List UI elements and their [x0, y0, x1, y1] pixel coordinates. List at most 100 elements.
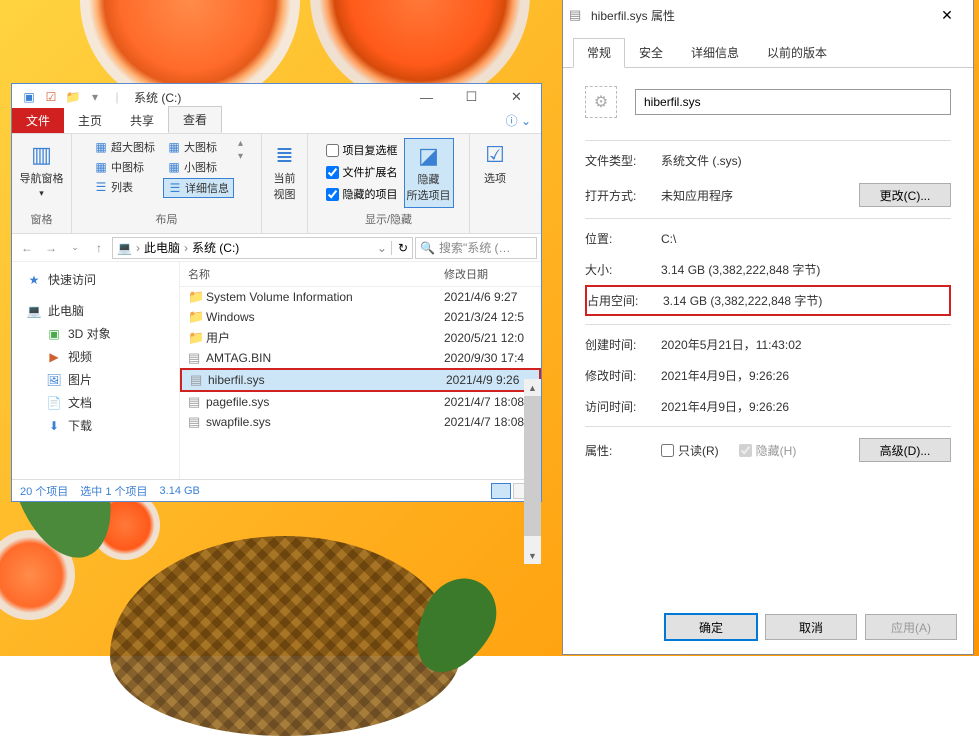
quick-access-icon[interactable]: ☑ [42, 88, 60, 106]
breadcrumb-pc[interactable]: 此电脑 [144, 239, 180, 256]
sidebar-item-quickaccess[interactable]: ★快速访问 [12, 268, 179, 291]
layout-list[interactable]: ☰列表 [90, 178, 159, 196]
file-row[interactable]: 📁用户2020/5/21 12:0 [180, 327, 541, 348]
tab-previous-versions[interactable]: 以前的版本 [753, 38, 841, 67]
current-view-button[interactable]: ≣当前 视图 [260, 138, 310, 206]
tab-general[interactable]: 常规 [573, 38, 625, 68]
nav-up-icon[interactable]: ↑ [88, 237, 110, 259]
close-button[interactable]: ✕ [494, 84, 539, 110]
tab-file[interactable]: 文件 [12, 108, 64, 133]
sidebar-item-video[interactable]: ▶视频 [12, 345, 179, 368]
hide-selected-button[interactable]: ◪隐藏 所选项目 [404, 138, 454, 208]
value-accessed: 2021年4月9日，9:26:26 [661, 398, 951, 415]
file-row[interactable]: ▤swapfile.sys2021/4/7 18:08 [180, 412, 541, 432]
status-bar: 20 个项目 选中 1 个项目 3.14 GB [12, 479, 541, 501]
nav-sidebar: ★快速访问 💻此电脑 ▣3D 对象 ▶视频 🖼图片 📄文档 ⬇下载 [12, 262, 180, 479]
explorer-titlebar[interactable]: ▣ ☑ 📁 ▾ | 系统 (C:) — ☐ ✕ [12, 84, 541, 110]
props-tabs: 常规 安全 详细信息 以前的版本 [563, 30, 973, 68]
col-name[interactable]: 名称 [188, 266, 444, 282]
layout-details[interactable]: ☰详细信息 [163, 178, 234, 198]
file-icon: ▤ [188, 414, 206, 430]
file-explorer-window: ▣ ☑ 📁 ▾ | 系统 (C:) — ☐ ✕ 文件 主页 共享 查看 ⓘ ⌄ … [11, 83, 542, 502]
file-name: AMTAG.BIN [206, 351, 444, 365]
col-date[interactable]: 修改日期 [444, 266, 488, 282]
file-icon: ▤ [190, 372, 208, 388]
file-row[interactable]: ▤hiberfil.sys2021/4/9 9:26 [180, 368, 541, 392]
file-icon: ▤ [188, 350, 206, 366]
value-location: C:\ [661, 232, 951, 246]
options-button[interactable]: ☑选项 [470, 138, 520, 190]
dialog-title: hiberfil.sys 属性 [591, 7, 675, 24]
file-row[interactable]: ▤pagefile.sys2021/4/7 18:08 [180, 392, 541, 412]
tab-share[interactable]: 共享 [116, 108, 168, 133]
file-row[interactable]: 📁System Volume Information2021/4/6 9:27 [180, 287, 541, 307]
label-accessed: 访问时间: [585, 398, 661, 415]
file-row[interactable]: ▤AMTAG.BIN2020/9/30 17:4 [180, 348, 541, 368]
sidebar-item-pictures[interactable]: 🖼图片 [12, 368, 179, 391]
window-title: 系统 (C:) [134, 89, 181, 106]
layout-lg[interactable]: ▦大图标 [163, 138, 234, 156]
tab-security[interactable]: 安全 [625, 38, 677, 67]
layout-sm[interactable]: ▦小图标 [163, 158, 234, 176]
advanced-button[interactable]: 高级(D)... [859, 438, 951, 462]
file-name: swapfile.sys [206, 415, 444, 429]
breadcrumb[interactable]: 💻 › 此电脑 › 系统 (C:) ⌄ ↻ [112, 237, 413, 259]
apply-button[interactable]: 应用(A) [865, 614, 957, 640]
label-location: 位置: [585, 230, 661, 247]
tab-details[interactable]: 详细信息 [677, 38, 753, 67]
file-scrollbar[interactable]: ▲ ▼ [524, 379, 541, 564]
file-name: System Volume Information [206, 290, 444, 304]
file-name: 用户 [206, 329, 444, 346]
close-button[interactable]: ✕ [927, 7, 967, 24]
minimize-button[interactable]: — [404, 84, 449, 110]
filename-input[interactable] [635, 89, 951, 115]
dropdown-icon[interactable]: ▾ [86, 88, 104, 106]
breadcrumb-location[interactable]: 系统 (C:) [192, 239, 239, 256]
group-label-layout: 布局 [156, 209, 178, 229]
label-openwith: 打开方式: [585, 187, 661, 204]
label-attributes: 属性: [585, 442, 661, 459]
props-titlebar[interactable]: ▤ hiberfil.sys 属性 ✕ [563, 0, 973, 30]
sidebar-item-thispc[interactable]: 💻此电脑 [12, 299, 179, 322]
nav-dropdown-icon[interactable]: ⌄ [64, 237, 86, 259]
view-details-icon[interactable] [491, 483, 511, 499]
file-icon: ▤ [569, 7, 587, 23]
props-body: ⚙ 文件类型:系统文件 (.sys) 打开方式:未知应用程序更改(C)... 位… [563, 68, 973, 600]
change-button[interactable]: 更改(C)... [859, 183, 951, 207]
label-filetype: 文件类型: [585, 152, 661, 169]
layout-xl[interactable]: ▦超大图标 [90, 138, 159, 156]
properties-dialog: ▤ hiberfil.sys 属性 ✕ 常规 安全 详细信息 以前的版本 ⚙ 文… [562, 0, 974, 655]
ok-button[interactable]: 确定 [665, 614, 757, 640]
sidebar-item-downloads[interactable]: ⬇下载 [12, 414, 179, 437]
nav-back-icon[interactable]: ← [16, 237, 38, 259]
addr-dropdown-icon[interactable]: ⌄ [377, 241, 387, 255]
search-icon: 🔍 [420, 241, 435, 255]
status-size: 3.14 GB [160, 485, 200, 497]
sidebar-item-documents[interactable]: 📄文档 [12, 391, 179, 414]
scroll-down-icon[interactable]: ▼ [524, 547, 541, 564]
chk-checkboxes[interactable]: 项目复选框 [326, 140, 398, 160]
search-input[interactable]: 🔍搜索"系统 (… [415, 237, 537, 259]
sidebar-item-3d[interactable]: ▣3D 对象 [12, 322, 179, 345]
nav-forward-icon[interactable]: → [40, 237, 62, 259]
layout-md[interactable]: ▦中图标 [90, 158, 159, 176]
help-chevron-icon[interactable]: ⓘ ⌄ [496, 108, 541, 133]
maximize-button[interactable]: ☐ [449, 84, 494, 110]
cancel-button[interactable]: 取消 [765, 614, 857, 640]
column-headers[interactable]: 名称 修改日期 [180, 262, 541, 287]
refresh-icon[interactable]: ↻ [391, 241, 408, 255]
folder-icon: 📁 [188, 309, 206, 325]
nav-pane-button[interactable]: ▥导航窗格▾ [17, 138, 67, 203]
chk-hidden[interactable]: 隐藏的项目 [326, 184, 398, 204]
tab-view[interactable]: 查看 [168, 106, 222, 133]
chk-extensions[interactable]: 文件扩展名 [326, 162, 398, 182]
scroll-up-icon[interactable]: ▲ [524, 379, 541, 396]
scroll-thumb[interactable] [524, 396, 541, 536]
status-count: 20 个项目 [20, 483, 68, 499]
file-row[interactable]: 📁Windows2021/3/24 12:5 [180, 307, 541, 327]
chk-readonly[interactable]: 只读(R) [661, 442, 719, 459]
file-date: 2021/3/24 12:5 [444, 310, 524, 324]
file-list: 名称 修改日期 📁System Volume Information2021/4… [180, 262, 541, 479]
status-selected: 选中 1 个项目 [80, 483, 147, 499]
tab-home[interactable]: 主页 [64, 108, 116, 133]
